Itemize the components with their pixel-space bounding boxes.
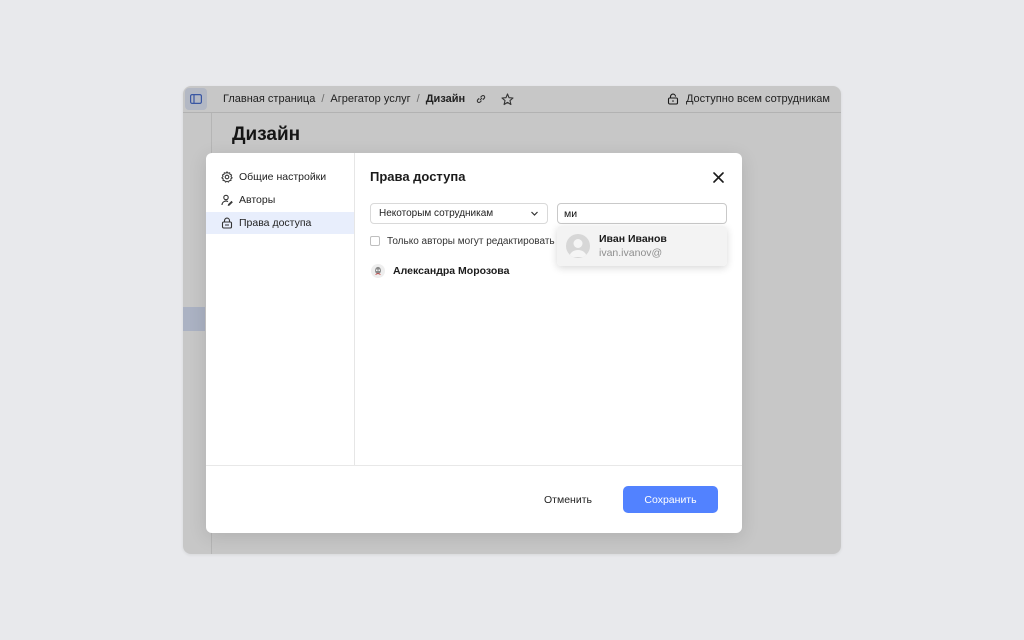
suggestion-item[interactable]: Иван Иванов ivan.ivanov@ [557,226,727,266]
nav-item-label: Авторы [239,194,276,206]
nav-item-label: Права доступа [239,217,312,229]
access-level-value: Некоторым сотрудникам [379,208,494,219]
suggestion-login: ivan.ivanov@ [599,247,663,259]
authors-icon [220,194,233,207]
close-icon [712,171,724,183]
close-button[interactable] [709,168,727,186]
avatar [371,264,385,278]
authors-only-label: Только авторы могут редактировать с [387,235,563,247]
suggestion-name: Иван Иванов [599,233,667,245]
person-name: Александра Морозова [393,265,510,277]
footer-divider [206,465,742,466]
gear-icon [220,171,233,184]
employee-search-input[interactable] [557,203,727,224]
nav-item-label: Общие настройки [239,171,327,183]
nav-item-authors[interactable]: Авторы [206,189,354,211]
search-suggestions: Иван Иванов ivan.ivanov@ [557,226,727,266]
access-person: Александра Морозова [371,264,509,278]
cancel-button[interactable]: Отменить [528,487,608,513]
lock-icon [220,217,233,230]
save-button[interactable]: Сохранить [623,486,718,513]
nav-item-access[interactable]: Права доступа [206,212,354,234]
chevron-down-icon [530,209,539,221]
authors-only-checkbox[interactable] [370,236,380,246]
settings-modal: Общие настройки Авторы Права доступа Пра… [206,153,742,533]
access-level-select[interactable]: Некоторым сотрудникам [370,203,548,224]
authors-only-edit-option[interactable]: Только авторы могут редактировать с [370,234,566,248]
modal-title: Права доступа [370,169,466,184]
nav-item-general[interactable]: Общие настройки [206,166,354,188]
modal-sidebar: Общие настройки Авторы Права доступа [206,153,355,465]
avatar [566,234,590,258]
